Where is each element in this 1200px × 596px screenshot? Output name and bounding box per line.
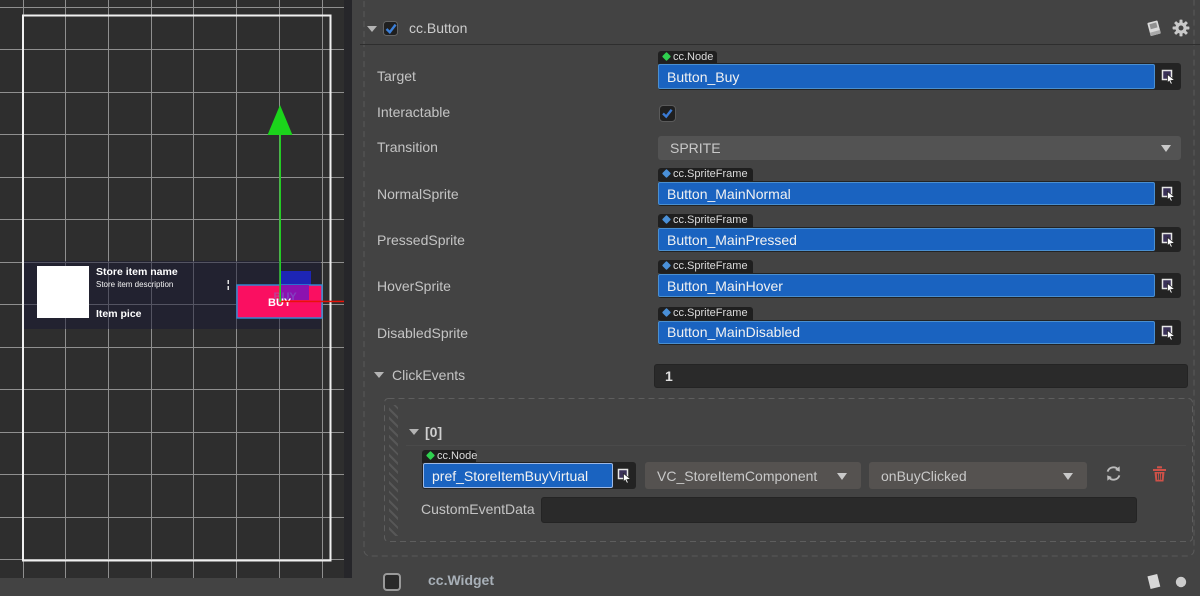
svg-text:Store item description: Store item description [96,280,173,289]
svg-text:Store item name: Store item name [96,266,178,278]
svg-text:Item pice: Item pice [96,308,142,320]
